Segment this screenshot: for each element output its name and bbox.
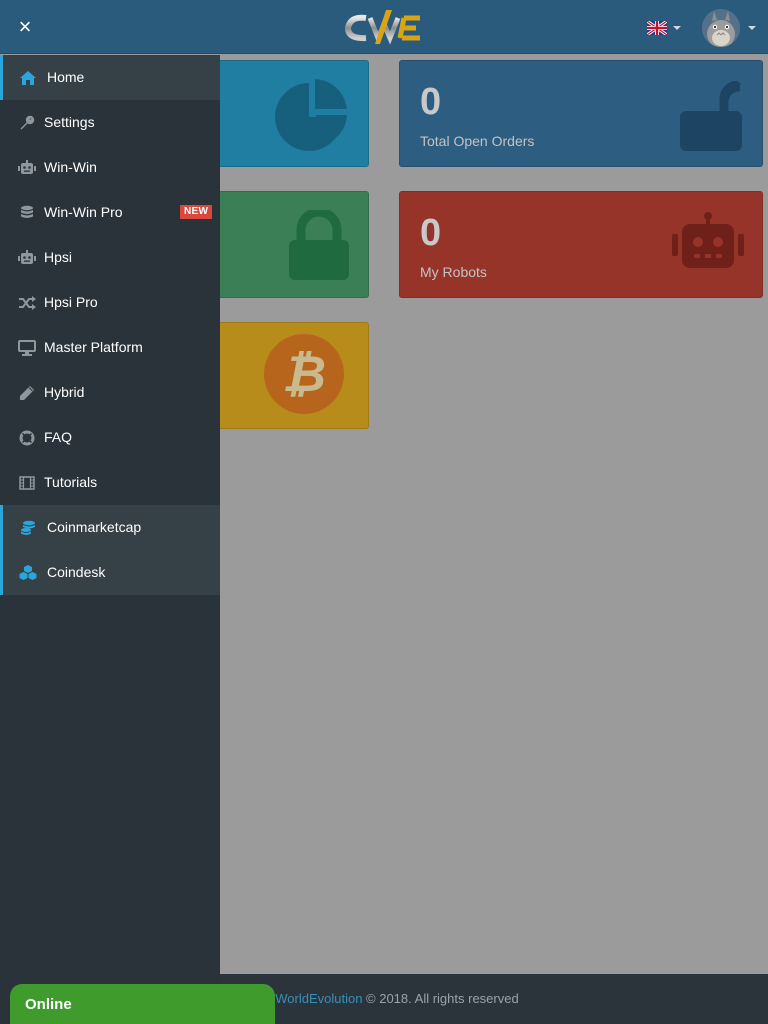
chevron-down-icon [673, 26, 681, 30]
totoro-avatar-icon [702, 9, 740, 47]
sidebar-item-label: Hybrid [44, 384, 85, 400]
sidebar-item-label: Master Platform [44, 339, 143, 355]
logo-icon [344, 10, 420, 45]
sidebar-item-hybrid[interactable]: Hybrid [0, 370, 220, 415]
sidebar-item-tutorials[interactable]: Tutorials [0, 460, 220, 505]
sidebar-item-faq[interactable]: FAQ [0, 415, 220, 460]
site-logo[interactable] [344, 6, 426, 48]
bitcoin-icon: ₿ [264, 334, 344, 414]
top-header: × [0, 0, 768, 54]
coins-icon [18, 518, 38, 538]
sidebar-item-win-win[interactable]: Win-Win [0, 145, 220, 190]
database-icon [17, 203, 37, 223]
open-orders-label: Total Open Orders [420, 133, 535, 149]
sidebar-item-coindesk[interactable]: Coindesk [0, 550, 220, 595]
stat-tile-my-robots[interactable]: 0 My Robots [399, 191, 763, 298]
chevron-down-icon [748, 26, 756, 30]
lock-icon [289, 210, 349, 280]
sidebar-item-label: Win-Win [44, 159, 97, 175]
cubes-icon [18, 563, 38, 583]
sidebar-item-label: Win-Win Pro [44, 204, 123, 220]
sidebar-item-label: Tutorials [44, 474, 98, 490]
sidebar-item-home[interactable]: Home [0, 55, 220, 100]
sidebar-item-coinmarketcap[interactable]: Coinmarketcap [0, 505, 220, 550]
language-selector[interactable] [647, 18, 681, 38]
close-icon: × [18, 14, 32, 39]
life-ring-icon [17, 428, 37, 448]
online-status-label: Online [25, 996, 72, 1013]
sidebar-item-label: Hpsi Pro [44, 294, 98, 310]
sidebar-item-label: Coinmarketcap [47, 519, 142, 535]
robot-icon [672, 212, 744, 268]
sidebar-item-label: Coindesk [47, 564, 106, 580]
sidebar-item-master-platform[interactable]: Master Platform [0, 325, 220, 370]
home-icon [18, 68, 38, 88]
my-robots-label: My Robots [420, 264, 487, 280]
open-orders-count: 0 [420, 81, 442, 123]
film-icon [17, 473, 37, 493]
sidebar-item-label: Settings [44, 114, 95, 130]
sidebar-item-label: Hpsi [44, 249, 73, 265]
footer-copyright: oWorldEvolution © 2018. All rights reser… [268, 991, 519, 1006]
avatar [702, 9, 740, 47]
robot-icon [17, 158, 37, 178]
unlock-icon [680, 81, 742, 151]
sidebar-item-label: Home [47, 69, 85, 85]
stat-tile-open-orders[interactable]: 0 Total Open Orders [399, 60, 763, 167]
pie-chart-icon [275, 79, 347, 151]
new-badge: NEW [180, 205, 213, 219]
svg-text:₿: ₿ [282, 346, 326, 402]
copyright-text: © 2018. All rights reserved [362, 991, 519, 1006]
wrench-icon [17, 113, 37, 133]
desktop-icon [17, 338, 37, 358]
sidebar-item-hpsi[interactable]: Hpsi [0, 235, 220, 280]
sidebar-menu: Home Settings Win-Win Win-Win Pro NEW Hp… [0, 55, 220, 1024]
pencil-icon [17, 383, 37, 403]
footer-site-link[interactable]: oWorldEvolution [268, 991, 362, 1006]
online-chat-button[interactable]: Online [10, 984, 275, 1024]
my-robots-count: 0 [420, 212, 442, 254]
robot-icon [17, 248, 37, 268]
sidebar-item-hpsi-pro[interactable]: Hpsi Pro [0, 280, 220, 325]
sidebar-item-win-win-pro[interactable]: Win-Win Pro NEW [0, 190, 220, 235]
shuffle-icon [17, 293, 37, 313]
user-menu[interactable] [702, 8, 756, 48]
uk-flag-icon [647, 21, 667, 35]
sidebar-item-label: FAQ [44, 429, 73, 445]
close-menu-button[interactable]: × [12, 14, 38, 40]
sidebar-item-settings[interactable]: Settings [0, 100, 220, 145]
